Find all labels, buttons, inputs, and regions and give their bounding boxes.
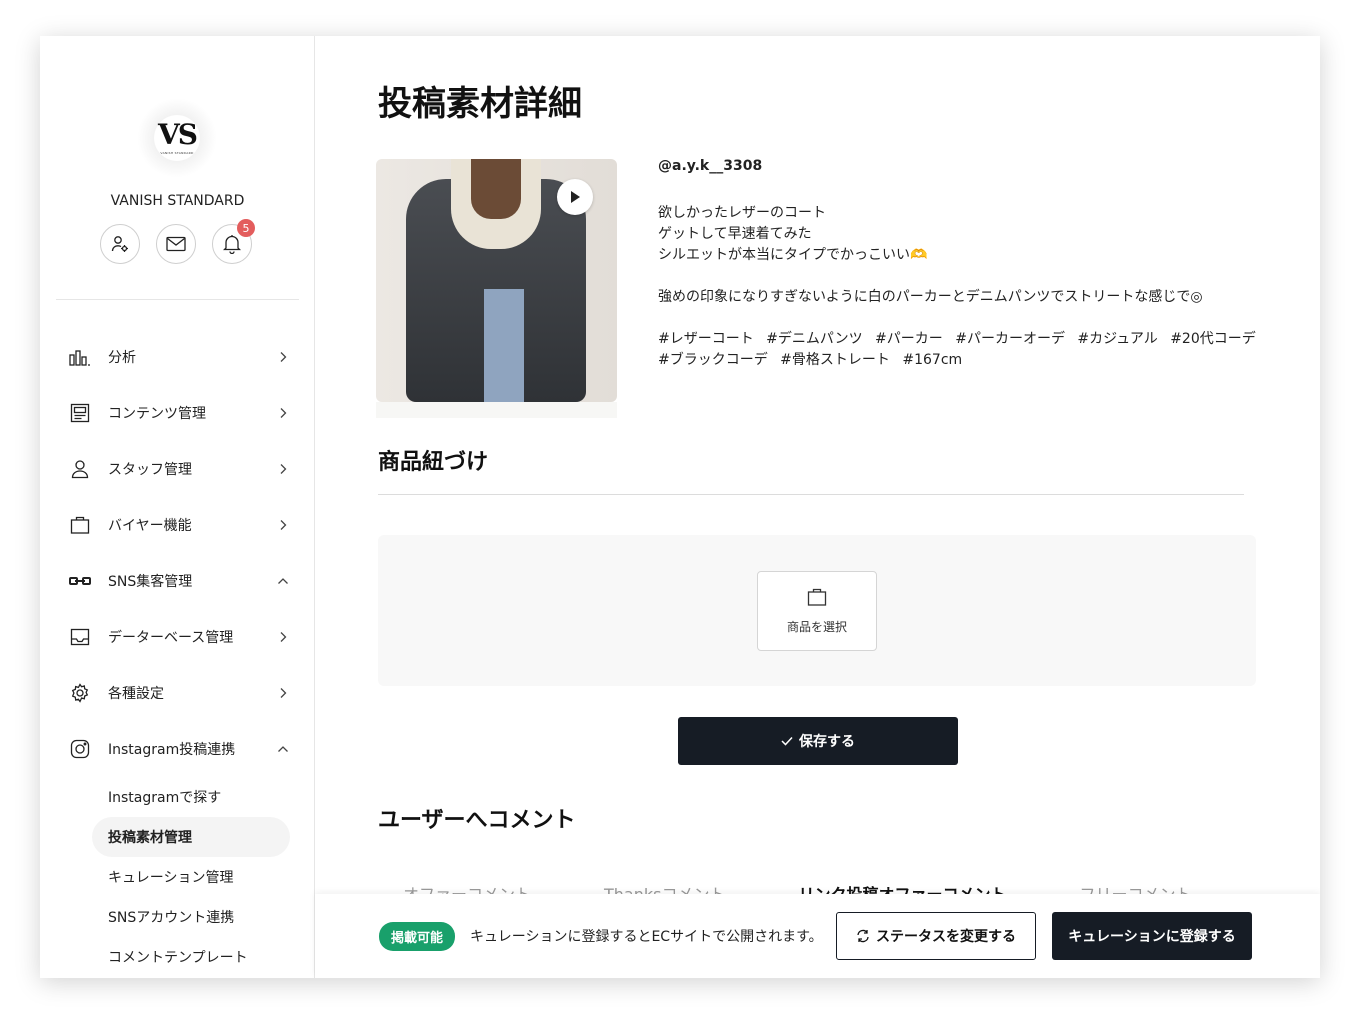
sidebar-item-label: 各種設定: [108, 686, 164, 702]
media-strip: [376, 402, 617, 418]
change-status-button[interactable]: ステータスを変更する: [836, 912, 1037, 960]
submenu-item-curation[interactable]: キュレーション管理: [92, 857, 290, 897]
product-link-panel: 商品を選択: [378, 535, 1256, 686]
post-media[interactable]: [376, 159, 617, 402]
chevron-up-icon: [277, 743, 289, 755]
gear-icon: [69, 682, 91, 704]
submenu-item-sns-accounts[interactable]: SNSアカウント連携: [92, 897, 290, 937]
status-badge: 掲載可能: [379, 921, 456, 951]
sidebar-divider: [56, 299, 299, 300]
sidebar-item-label: SNS集客管理: [108, 574, 193, 590]
chevron-right-icon: [277, 463, 289, 475]
sidebar-item-buyer[interactable]: バイヤー機能: [40, 497, 315, 553]
save-button[interactable]: 保存する: [678, 717, 958, 765]
check-icon: [781, 736, 793, 746]
photo-hair: [471, 159, 521, 219]
photo-jeans: [484, 289, 524, 402]
instagram-icon: [69, 738, 91, 760]
inbox-icon: [69, 626, 91, 648]
chevron-right-icon: [277, 687, 289, 699]
sidebar-item-label: 分析: [108, 350, 136, 366]
sidebar-item-label: データーベース管理: [108, 630, 234, 646]
select-product-button[interactable]: 商品を選択: [757, 571, 877, 651]
brand-logo[interactable]: VS VANISH STANDARD: [137, 98, 217, 178]
bag-icon: [807, 588, 827, 606]
sidebar-item-label: バイヤー機能: [108, 518, 192, 534]
post-username[interactable]: @a.y.k__3308: [658, 156, 1258, 177]
main-content: 投稿素材詳細 @a.y.k__3308 欲しかったレザーのコート ゲットして早速…: [315, 36, 1320, 978]
content-icon: [69, 402, 91, 424]
sidebar-menu: 分析 コンテンツ管理 スタッフ管理 バイヤー機能 SNS集客管理 データーベース…: [40, 329, 315, 977]
chevron-right-icon: [277, 519, 289, 531]
sidebar-item-staff[interactable]: スタッフ管理: [40, 441, 315, 497]
logo-subtitle: VANISH STANDARD: [160, 151, 194, 155]
mail-icon: [166, 236, 186, 252]
post-hashtags: #レザーコート #デニムパンツ #パーカー #パーカーオーデ #カジュアル #2…: [658, 331, 1256, 368]
change-status-label: ステータスを変更する: [876, 929, 1017, 945]
chevron-right-icon: [277, 631, 289, 643]
app-window: VS VANISH STANDARD VANISH STANDARD 5 分析 …: [40, 36, 1320, 978]
bottom-action-bar: 掲載可能 キュレーションに登録するとECサイトで公開されます。 ステータスを変更…: [315, 894, 1320, 978]
chevron-right-icon: [277, 407, 289, 419]
sidebar-item-analytics[interactable]: 分析: [40, 329, 315, 385]
sidebar-item-settings[interactable]: 各種設定: [40, 665, 315, 721]
chevron-right-icon: [277, 351, 289, 363]
select-product-label: 商品を選択: [786, 619, 847, 634]
sidebar-item-content[interactable]: コンテンツ管理: [40, 385, 315, 441]
submenu-item-comment-templates[interactable]: コメントテンプレート: [92, 937, 290, 977]
account-settings-button[interactable]: [100, 224, 140, 264]
product-section-title: 商品紐づけ: [378, 450, 489, 475]
notification-badge: 5: [237, 219, 255, 237]
sidebar: VS VANISH STANDARD VANISH STANDARD 5 分析 …: [40, 36, 315, 978]
sidebar-item-label: スタッフ管理: [108, 462, 192, 478]
submenu-item-post-materials[interactable]: 投稿素材管理: [92, 817, 290, 857]
post-info: @a.y.k__3308 欲しかったレザーのコート ゲットして早速着てみた シル…: [658, 156, 1258, 371]
sidebar-item-sns[interactable]: SNS集客管理: [40, 553, 315, 609]
bell-icon: [223, 235, 241, 254]
status-note: キュレーションに登録するとECサイトで公開されます。: [470, 929, 823, 945]
submenu-item-search-instagram[interactable]: Instagramで探す: [92, 777, 290, 817]
user-gear-icon: [111, 236, 128, 252]
user-icon: [69, 458, 91, 480]
account-icon-row: 5: [100, 219, 255, 264]
play-button[interactable]: [557, 179, 593, 215]
sidebar-item-label: Instagram投稿連携: [108, 742, 236, 758]
section-divider: [378, 494, 1244, 495]
instagram-submenu: Instagramで探す 投稿素材管理 キュレーション管理 SNSアカウント連携…: [40, 777, 315, 977]
register-curation-button[interactable]: キュレーションに登録する: [1052, 912, 1253, 960]
play-icon: [571, 191, 580, 203]
sidebar-item-instagram[interactable]: Instagram投稿連携: [40, 721, 315, 777]
link-icon: [69, 570, 91, 592]
logo-mark: VS: [158, 118, 198, 151]
messages-button[interactable]: [156, 224, 196, 264]
chevron-up-icon: [277, 575, 289, 587]
sidebar-item-label: コンテンツ管理: [108, 406, 206, 422]
bag-icon: [69, 514, 91, 536]
post-caption: 欲しかったレザーのコート ゲットして早速着てみた シルエットが本当にタイプでかっ…: [658, 205, 1203, 305]
shop-name: VANISH STANDARD: [110, 193, 245, 209]
save-label: 保存する: [799, 734, 855, 750]
page-title: 投稿素材詳細: [378, 84, 582, 124]
comment-section-title: ユーザーへコメント: [378, 808, 576, 833]
refresh-icon: [857, 929, 869, 943]
sidebar-item-database[interactable]: データーベース管理: [40, 609, 315, 665]
notifications-button[interactable]: 5: [212, 219, 255, 264]
bar-chart-icon: [69, 346, 91, 368]
